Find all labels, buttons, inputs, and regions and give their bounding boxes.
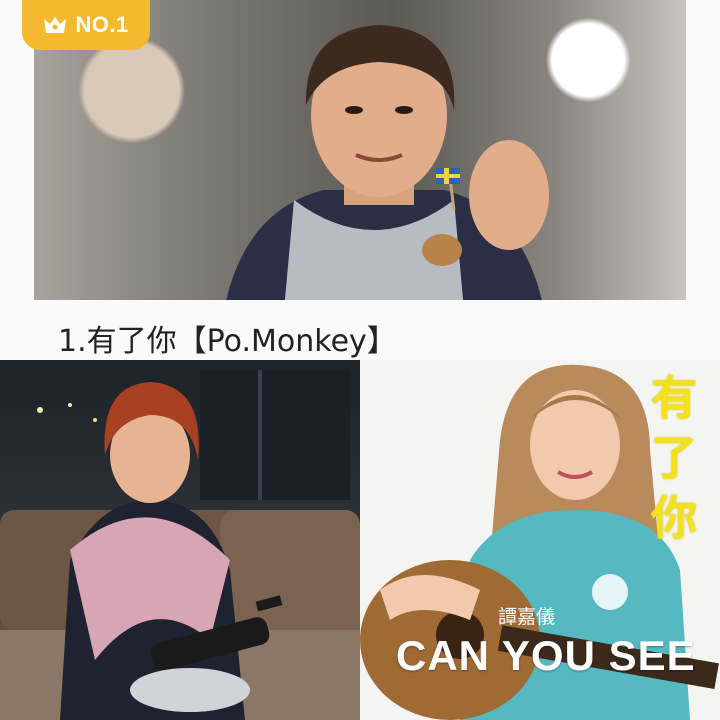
title-char: 了 <box>651 431 697 485</box>
title-char: 有 <box>651 371 697 425</box>
rank-label: NO.1 <box>75 12 129 37</box>
woman-with-wine-photo <box>0 360 360 720</box>
artist-name: 譚嘉儀 <box>498 606 556 628</box>
rank-badge: NO.1 <box>22 0 150 50</box>
album-vertical-title: 有 了 你 <box>646 368 702 548</box>
title-char: 你 <box>651 491 697 545</box>
top-card[interactable]: NO.1 1.有了你【Po.Monkey】 <box>0 0 720 360</box>
man-portrait-image <box>226 25 549 300</box>
album-cover-text: CAN YOU SEE <box>396 632 696 679</box>
woman-portrait-image <box>0 370 360 720</box>
song-title[interactable]: 1.有了你【Po.Monkey】 <box>58 316 397 360</box>
crown-icon <box>44 17 67 33</box>
